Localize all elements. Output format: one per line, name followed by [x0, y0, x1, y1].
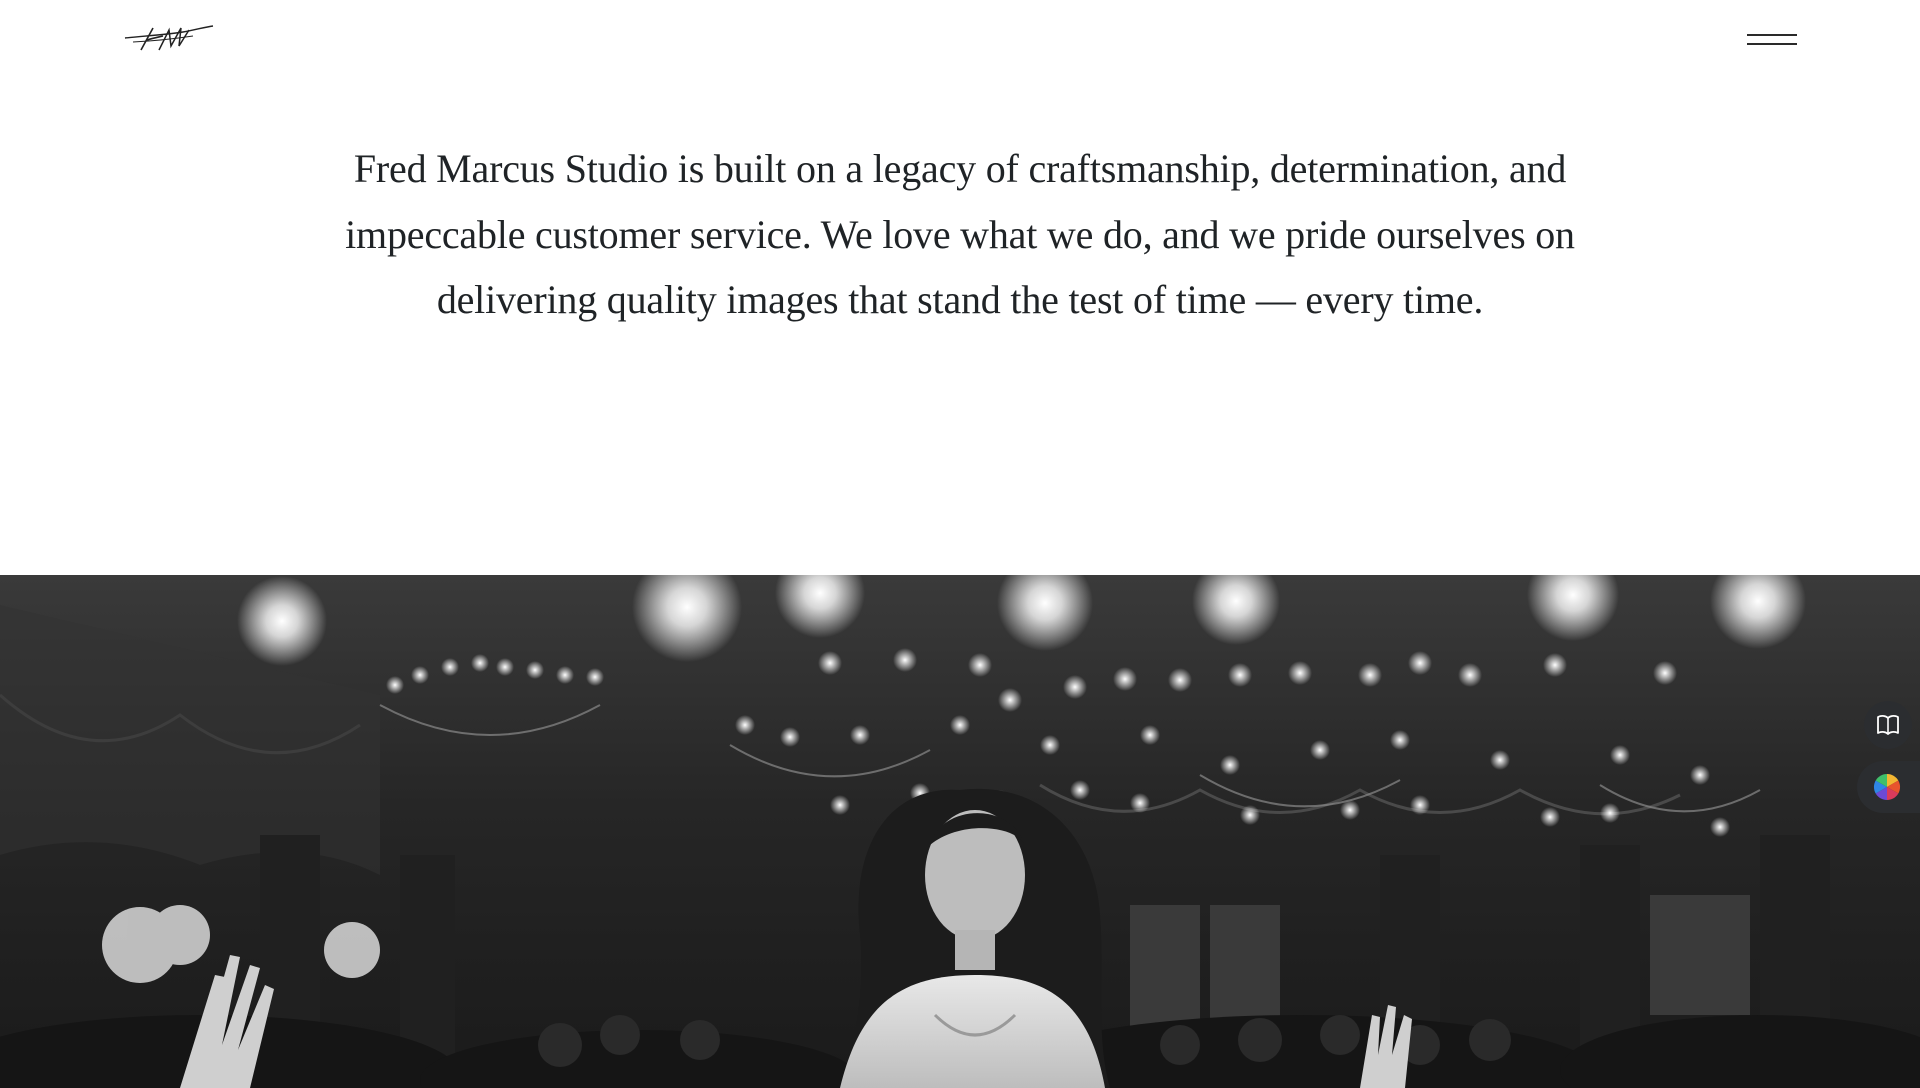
- wedding-photo-image: [0, 575, 1920, 1088]
- open-book-icon: [1877, 715, 1899, 735]
- book-widget-button[interactable]: [1864, 701, 1912, 749]
- site-header: [0, 0, 1920, 100]
- hamburger-menu-icon: [1747, 34, 1797, 36]
- color-wheel-icon: [1873, 773, 1901, 801]
- menu-button[interactable]: [1744, 28, 1800, 60]
- color-widget-button[interactable]: [1857, 761, 1920, 813]
- hamburger-menu-icon-line: [1747, 43, 1797, 45]
- intro-paragraph: Fred Marcus Studio is built on a legacy …: [345, 146, 1575, 322]
- logo[interactable]: [123, 22, 215, 54]
- hero-image: [0, 575, 1920, 1088]
- signature-logo-icon: [124, 25, 214, 51]
